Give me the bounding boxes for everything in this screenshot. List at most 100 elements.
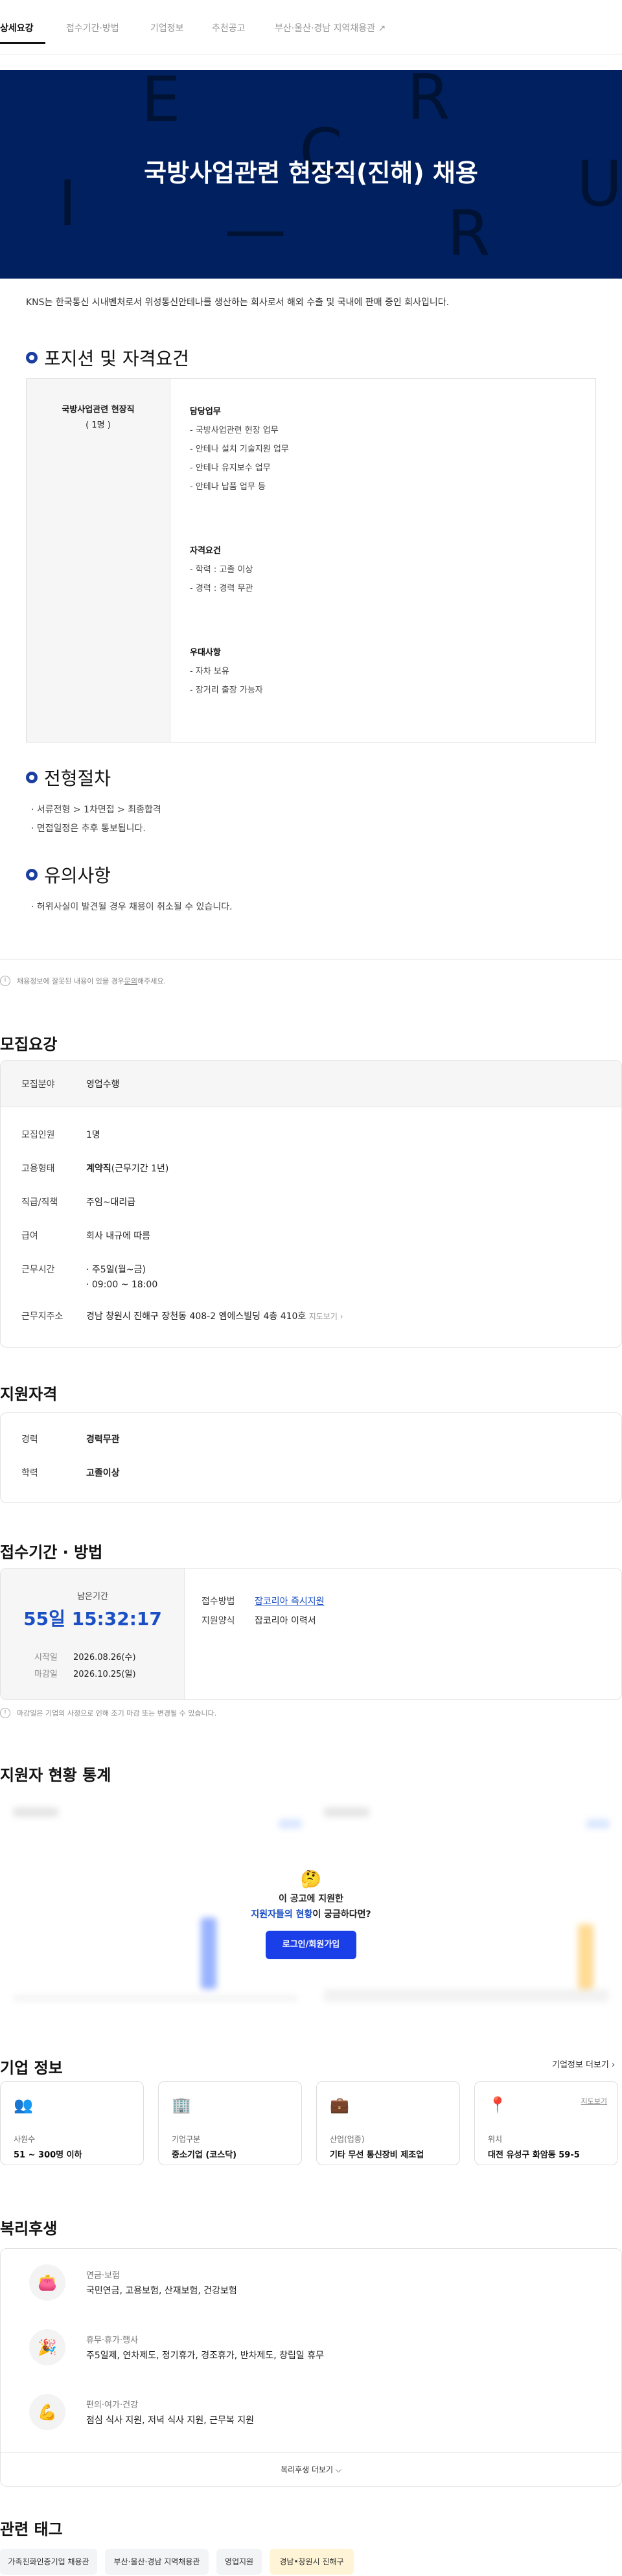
divider — [1, 2452, 621, 2453]
tab-detail[interactable]: 상세요강 — [0, 21, 34, 34]
end-label: 마감일 — [34, 1670, 58, 1679]
tab-regional[interactable]: 부산·울산·경남 지역채용관 ↗ — [275, 21, 386, 34]
divider — [0, 959, 622, 960]
recruit-row: 근무시간 · 주5일(월~금) — [21, 1263, 146, 1276]
recruit-row: 급여 회사 내규에 따름 — [21, 1229, 150, 1242]
row-label: 급여 — [21, 1231, 38, 1241]
tab-bar: 상세요강 접수기간·방법 기업정보 추천공고 부산·울산·경남 지역채용관 ↗ — [0, 0, 622, 54]
welfare-more-button[interactable]: 복리후생 더보기 ⌵ — [1, 2464, 621, 2475]
tab-company[interactable]: 기업정보 — [150, 21, 184, 34]
prompt-highlight: 지원자들의 현황 — [251, 1909, 313, 1920]
row-value: 경남 창원시 진해구 장천동 408-2 엠에스빌딩 4층 410호 — [86, 1311, 306, 1322]
position-heading: 포지션 및 자격요건 — [26, 345, 189, 371]
bullet-ring-icon — [26, 869, 38, 880]
info-icon: ! — [0, 976, 10, 986]
blur-block — [279, 1819, 302, 1828]
caution-heading-text: 유의사항 — [44, 865, 111, 886]
end-date: 마감일 2026.10.25(일) — [34, 1667, 136, 1679]
party-popper-icon: 🎉 — [29, 2329, 65, 2365]
map-link[interactable]: 지도보기 › — [309, 1312, 343, 1321]
decor-letter-r: R — [407, 70, 450, 133]
card-value: 기타 무선 통신장비 제조업 — [330, 2150, 424, 2160]
form-value: 잡코리아 이력서 — [255, 1616, 316, 1626]
requirement-item: - 학력 : 고졸 이상 — [190, 565, 253, 575]
stats-title: 지원자 현황 통계 — [0, 1766, 111, 1784]
prompt-line2-tail: 이 궁금하다면? — [312, 1909, 371, 1920]
company-more-link[interactable]: 기업정보 더보기 › — [552, 2058, 615, 2070]
login-signup-button[interactable]: 로그인/회원가입 — [266, 1931, 356, 1959]
card-label: 산업(업종) — [330, 2135, 365, 2144]
duty-item: - 안테나 설치 기술지원 업무 — [190, 444, 289, 454]
prompt-line2: 지원자들의 현황이 궁금하다면? — [0, 1907, 622, 1920]
company-title: 기업 정보 — [0, 2059, 63, 2077]
card-value: 51 ~ 300명 이하 — [14, 2150, 82, 2160]
remaining-time: 55일 15:32:17 — [23, 1608, 162, 1629]
form-row: 지원양식 잡코리아 이력서 — [202, 1614, 316, 1627]
report-link[interactable]: 문의 — [124, 976, 137, 986]
bullet-ring-icon — [26, 772, 38, 783]
tab-recommend[interactable]: 추천공고 — [212, 21, 246, 34]
row-value: 주임~대리급 — [86, 1197, 136, 1208]
form-label: 지원양식 — [202, 1616, 235, 1626]
deadline-note: ! 마감일은 기업의 사정으로 인해 조기 마감 또는 변경될 수 있습니다. — [0, 1708, 216, 1718]
briefcase-icon: 💼 — [330, 2096, 349, 2114]
tag-item[interactable]: 영업지원 — [216, 2549, 262, 2575]
caution-heading: 유의사항 — [26, 862, 111, 888]
position-name-cell: 국방사업관련 현장직 ( 1명 ) — [27, 379, 170, 742]
tab-regional-label: 부산·울산·경남 지역채용관 — [275, 23, 376, 34]
row-value: 계약직 — [86, 1164, 111, 1174]
row-value: 경력무관 — [86, 1434, 120, 1445]
row-label: 경력 — [21, 1434, 38, 1445]
bullet-ring-icon — [26, 352, 38, 363]
prompt-line1: 이 공고에 지원한 — [279, 1894, 343, 1904]
process-line: · 면접일정은 추후 통보됩니다. — [31, 823, 146, 834]
recruit-field: 모집분야 영업수행 — [21, 1077, 120, 1090]
preferred-item: - 장거리 출장 가능자 — [190, 685, 263, 695]
row-value: · 09:00 ~ 18:00 — [86, 1280, 158, 1290]
welfare-category: 휴무·휴가·행사 — [86, 2336, 139, 2345]
card-label: 위치 — [488, 2135, 503, 2144]
apply-link[interactable]: 잡코리아 즉시지원 — [255, 1596, 325, 1607]
preferred-item: - 자차 보유 — [190, 667, 229, 676]
row-value: 고졸이상 — [86, 1468, 120, 1478]
row-extra: (근무기간 1년) — [111, 1164, 169, 1174]
method-row: 접수방법 잡코리아 즉시지원 — [202, 1594, 325, 1607]
muscle-icon: 💪 — [29, 2394, 65, 2430]
end-value: 2026.10.25(일) — [73, 1670, 136, 1679]
start-date: 시작일 2026.08.26(수) — [34, 1650, 136, 1662]
remaining-panel: 남은기간 55일 15:32:17 시작일 2026.08.26(수) 마감일 20… — [1, 1569, 185, 1699]
recruit-row-sub: · 09:00 ~ 18:00 — [86, 1280, 157, 1290]
process-heading: 전형절차 — [26, 765, 111, 790]
qual-title: 지원자격 — [0, 1385, 58, 1403]
info-icon: ! — [0, 1708, 10, 1718]
tag-item[interactable]: 가족친화인증기업 채용관 — [0, 2549, 97, 2575]
blur-block — [324, 1808, 369, 1817]
process-heading-text: 전형절차 — [44, 768, 111, 789]
stats-login-prompt: 🤔 이 공고에 지원한 지원자들의 현황이 궁금하다면? 로그인/회원가입 — [0, 1870, 622, 1959]
job-title: 국방사업관련 현장직(진해) 채용 — [144, 159, 478, 187]
tags-title: 관련 태그 — [0, 2520, 63, 2538]
tag-item[interactable]: 부산·울산·경남 지역채용관 — [105, 2549, 209, 2575]
position-name: 국방사업관련 현장직 — [62, 405, 135, 415]
decor-dash: — — [224, 193, 286, 266]
tab-period[interactable]: 접수기간·방법 — [66, 21, 119, 34]
qual-card: 경력 경력무관 학력 고졸이상 — [0, 1412, 622, 1503]
people-icon: 👥 — [14, 2096, 33, 2114]
period-title: 접수기간 · 방법 — [0, 1543, 103, 1561]
row-label: 직급/직책 — [21, 1197, 58, 1208]
company-card-type: 🏢 기업구분 중소기업 (코스닥) — [158, 2081, 302, 2165]
process-line: · 서류전형 > 1차면접 > 최종합격 — [31, 805, 161, 815]
caution-list: · 허위사실이 발견될 경우 채용이 취소될 수 있습니다. — [31, 898, 233, 917]
external-link-icon: ↗ — [378, 23, 386, 34]
recruit-field-label: 모집분야 — [21, 1079, 55, 1090]
company-card-industry: 💼 산업(업종) 기타 무선 통신장비 제조업 — [316, 2081, 460, 2165]
map-view-link[interactable]: 지도보기 — [581, 2096, 607, 2106]
recruit-card: 모집분야 영업수행 모집인원 1명 고용형태 계약직(근무기간 1년) 직급/직책 주임… — [0, 1060, 622, 1348]
recruit-row: 고용형태 계약직(근무기간 1년) — [21, 1162, 168, 1175]
blur-block — [13, 1808, 58, 1817]
recruit-row: 근무지주소 경남 창원시 진해구 장천동 408-2 엠에스빌딩 4층 410호 … — [21, 1309, 343, 1322]
welfare-items: 주5일제, 연차제도, 정기휴가, 경조휴가, 반차제도, 창립일 휴무 — [86, 2351, 324, 2361]
welfare-category: 편의·여가·건강 — [86, 2400, 139, 2410]
decor-letter-e: E — [141, 70, 181, 136]
tag-item[interactable]: 경남•창원시 진해구 — [270, 2549, 354, 2575]
